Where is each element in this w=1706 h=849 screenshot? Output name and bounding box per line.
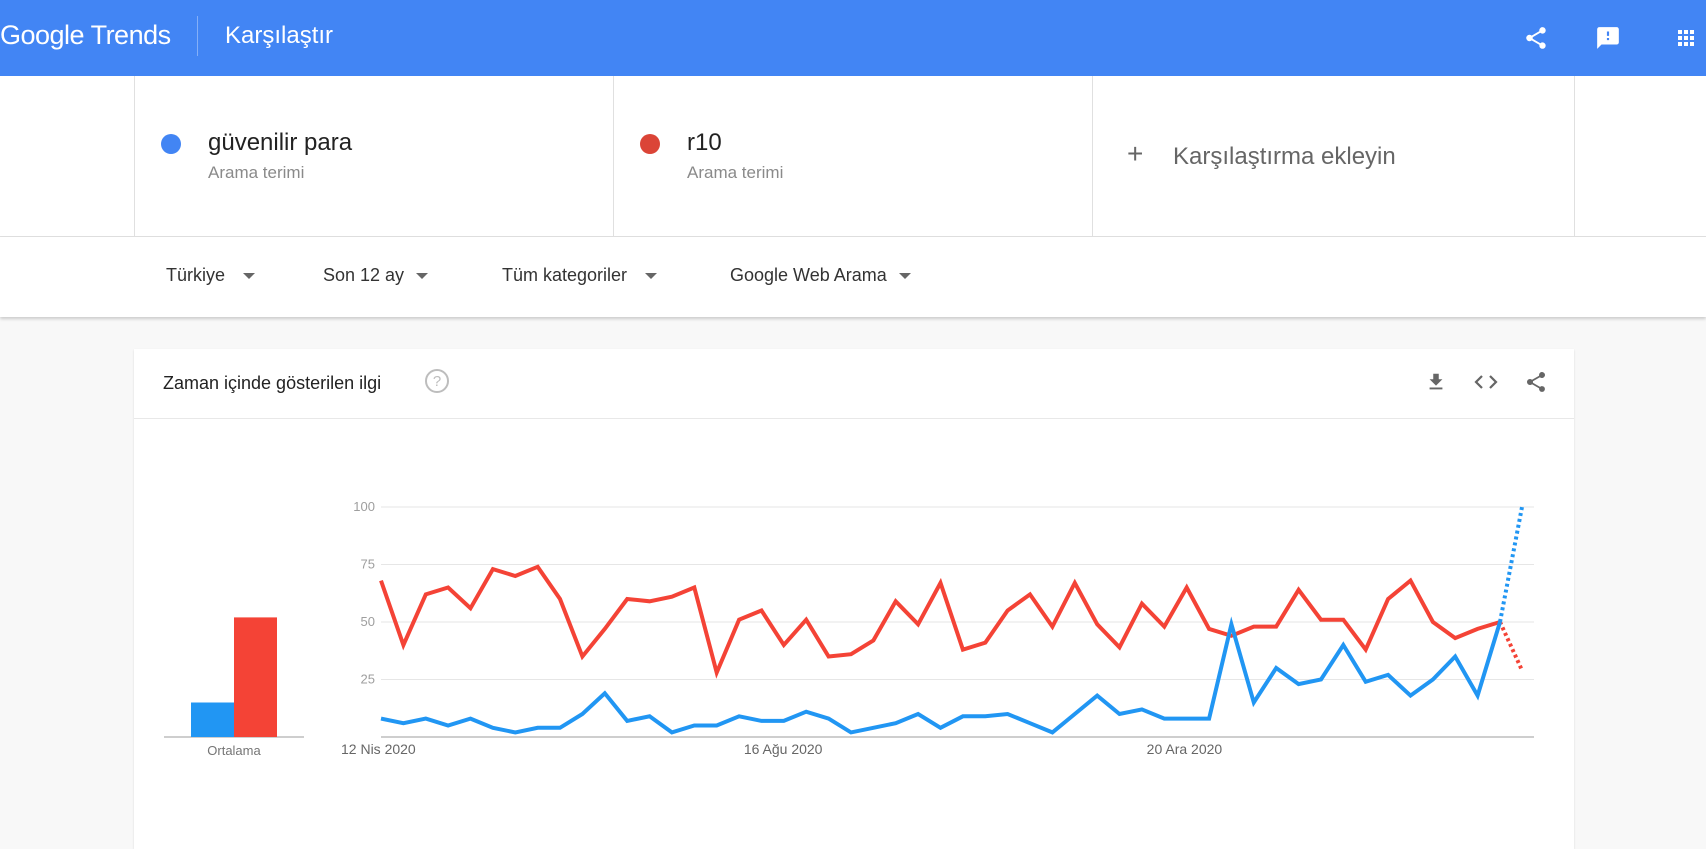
term-1-name[interactable]: güvenilir para: [208, 129, 352, 157]
y-tick-label: 25: [361, 672, 375, 687]
y-tick-label: 100: [353, 499, 375, 514]
google-trends-logo[interactable]: Google Trends: [0, 20, 171, 51]
share-icon[interactable]: [1518, 20, 1554, 56]
add-comparison-label: Karşılaştırma ekleyin: [1173, 143, 1396, 170]
x-axis-labels: 12 Nis 2020 16 Ağu 2020 20 Ara 2020: [341, 741, 1222, 757]
feedback-icon[interactable]: [1590, 20, 1626, 56]
help-icon[interactable]: ?: [424, 368, 450, 394]
x-tick-label: 12 Nis 2020: [341, 741, 416, 757]
y-tick-label: 75: [361, 557, 375, 572]
add-comparison-button[interactable]: + Karşılaştırma ekleyin: [1092, 76, 1575, 236]
interest-chart: Ortalama 100 75 50 25 12 Nis 2020 16 Ağu 202…: [164, 499, 1534, 758]
region-value: Türkiye: [166, 265, 226, 285]
search-terms-bar: güvenilir para Arama terimi r10 Arama te…: [0, 76, 1706, 237]
chart-lines: [379, 506, 1524, 735]
series-line[interactable]: [379, 564, 1501, 679]
chart-gridlines: 100 75 50 25: [353, 499, 1534, 738]
search-type-value: Google Web Arama: [730, 265, 887, 285]
x-tick-label: 20 Ara 2020: [1147, 741, 1223, 757]
apps-icon[interactable]: [1668, 20, 1704, 56]
dropdown-arrow-icon: [416, 272, 429, 279]
term-2-subtitle: Arama terimi: [687, 163, 784, 182]
time-range-dropdown[interactable]: Son 12 ay: [323, 265, 429, 286]
term-2-color-dot: [640, 134, 660, 154]
dropdown-arrow-icon: [645, 272, 658, 279]
term-card-1[interactable]: güvenilir para Arama terimi: [134, 76, 614, 236]
embed-icon[interactable]: [1472, 368, 1500, 396]
share-icon[interactable]: [1522, 368, 1550, 396]
app-header: Google Trends Karşılaştır: [0, 0, 1706, 76]
card-title: Zaman içinde gösterilen ilgi: [163, 373, 382, 393]
series-line[interactable]: [380, 616, 1502, 735]
y-tick-label: 50: [361, 614, 375, 629]
term-2-name[interactable]: r10: [687, 129, 722, 157]
search-type-dropdown[interactable]: Google Web Arama: [730, 265, 911, 286]
download-icon[interactable]: [1422, 368, 1450, 396]
term-card-2[interactable]: r10 Arama terimi: [613, 76, 1093, 236]
filter-bar: Türkiye Son 12 ay Tüm kategoriler Google…: [0, 237, 1706, 317]
term-1-color-dot: [161, 134, 181, 154]
category-value: Tüm kategoriler: [502, 265, 628, 285]
region-dropdown[interactable]: Türkiye: [166, 265, 256, 286]
average-bar[interactable]: [191, 702, 234, 738]
x-tick-label: 16 Ağu 2020: [744, 741, 823, 757]
dropdown-arrow-icon: [898, 272, 911, 279]
average-bar[interactable]: [234, 617, 277, 737]
average-bars: Ortalama: [164, 617, 304, 758]
card-header: Zaman içinde gösterilen ilgi ?: [134, 349, 1574, 419]
series-partial-line: [1498, 621, 1524, 672]
term-1-subtitle: Arama terimi: [208, 163, 305, 182]
header-divider: [197, 16, 198, 56]
time-range-value: Son 12 ay: [323, 265, 405, 285]
page-title: Karşılaştır: [225, 22, 334, 49]
category-dropdown[interactable]: Tüm kategoriler: [502, 265, 658, 286]
svg-text:?: ?: [433, 373, 441, 390]
average-label: Ortalama: [207, 743, 261, 758]
interest-over-time-card: Zaman içinde gösterilen ilgi ? Ortalama …: [134, 349, 1574, 849]
plus-icon: +: [1127, 138, 1144, 169]
dropdown-arrow-icon: [243, 272, 256, 279]
